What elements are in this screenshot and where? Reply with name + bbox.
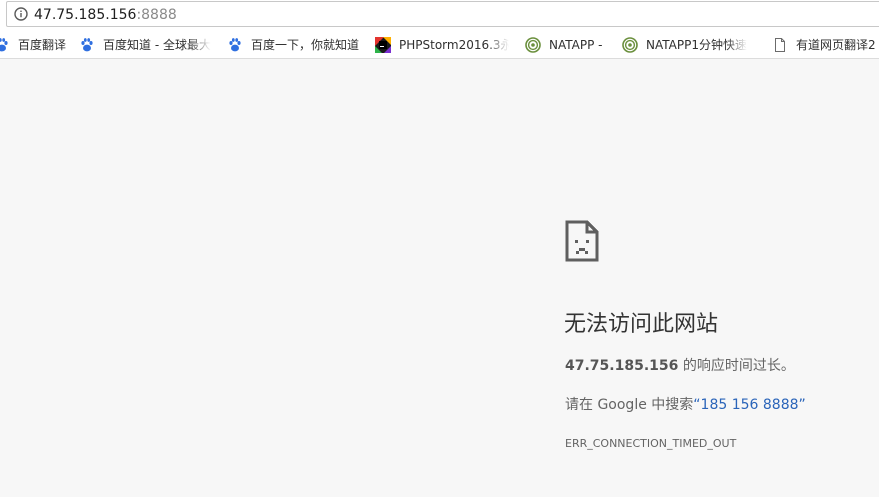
bookmark-label: NATAPP1分钟快速: [646, 38, 747, 52]
phpstorm-logo-icon: [375, 37, 391, 53]
url-text[interactable]: 47.75.185.156:8888: [34, 6, 177, 24]
address-bar[interactable]: 47.75.185.156:8888: [6, 1, 879, 27]
url-port: :8888: [136, 7, 177, 23]
bookmark-natapp[interactable]: NATAPP -: [525, 35, 602, 55]
bookmark-youdao[interactable]: 有道网页翻译2: [772, 35, 876, 55]
bookmark-label: NATAPP -: [549, 38, 603, 52]
bookmarks-bar: 百度翻译 百度知道 - 全球最大 百度一下，你就知道 PHPStorm2016.…: [0, 31, 879, 59]
bookmark-label: 百度翻译: [18, 38, 67, 52]
bookmark-label: PHPStorm2016.3永: [399, 38, 509, 52]
bookmark-baidu-search[interactable]: 百度一下，你就知道: [227, 35, 359, 55]
bookmark-label: 百度一下，你就知道: [251, 38, 360, 52]
suggestion-prefix: 请在 Google 中搜索: [565, 397, 694, 413]
error-host: 47.75.185.156: [565, 358, 679, 374]
baidu-paw-icon: [81, 38, 93, 52]
baidu-paw-icon: [229, 38, 241, 52]
info-circle-icon[interactable]: [14, 7, 28, 21]
bookmark-baidu-translate[interactable]: 百度翻译: [0, 35, 66, 55]
natapp-spiral-icon: [525, 37, 541, 53]
natapp-spiral-icon: [622, 37, 638, 53]
bookmark-label: 百度知道 - 全球最大: [103, 38, 211, 52]
error-heading: 无法访问此网站: [564, 312, 719, 337]
toolbar: 47.75.185.156:8888: [0, 0, 879, 31]
browser-window: 47.75.185.156:8888 百度翻译 百度知道 - 全球最大 百度一下…: [0, 0, 879, 497]
google-search-link[interactable]: “185 156 8888”: [693, 397, 805, 413]
error-code: ERR_CONNECTION_TIMED_OUT: [565, 437, 737, 450]
error-summary: 47.75.185.156 的响应时间过长。: [565, 356, 795, 376]
error-suggestion: 请在 Google 中搜索“185 156 8888”: [565, 395, 806, 415]
baidu-paw-icon: [0, 38, 8, 52]
error-page: 无法访问此网站 47.75.185.156 的响应时间过长。 请在 Google…: [0, 59, 879, 497]
error-summary-text: 的响应时间过长。: [678, 358, 795, 374]
bookmark-label: 有道网页翻译2: [796, 38, 876, 52]
bookmark-phpstorm[interactable]: PHPStorm2016.3永: [375, 35, 509, 55]
bookmark-baidu-zhidao[interactable]: 百度知道 - 全球最大: [79, 35, 211, 55]
page-icon: [775, 38, 785, 52]
bookmark-natapp-quickstart[interactable]: NATAPP1分钟快速: [622, 35, 747, 55]
sad-page-icon: [565, 220, 599, 262]
url-host: 47.75.185.156: [34, 7, 137, 23]
